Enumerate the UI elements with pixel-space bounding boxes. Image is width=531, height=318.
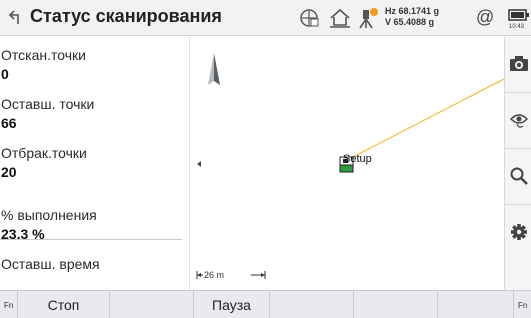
scanned-points-value: 0 xyxy=(1,66,9,82)
function-key-bar: Fn Стоп Пауза Fn xyxy=(0,290,531,318)
collapse-panel-icon[interactable] xyxy=(197,161,201,167)
stop-button[interactable]: Стоп xyxy=(17,291,110,318)
rejected-points-value: 20 xyxy=(1,164,17,180)
scan-status-panel: Отскан.точки 0 Оставш. точки 66 Отбрак.т… xyxy=(0,37,190,290)
pause-button[interactable]: Пауза xyxy=(194,291,270,318)
settings-button[interactable] xyxy=(505,205,531,261)
fn-right-key[interactable]: Fn xyxy=(518,301,527,310)
page-title: Статус сканирования xyxy=(30,6,222,26)
f6-button[interactable] xyxy=(438,291,514,318)
at-icon[interactable]: @ xyxy=(476,7,494,28)
list-item: % выполнения 23.3 % xyxy=(0,207,182,242)
camera-icon xyxy=(510,56,528,71)
clock: 10:43 xyxy=(509,24,525,30)
scan-direction-line xyxy=(346,78,504,161)
f2-button[interactable] xyxy=(110,291,194,318)
hz-angle: Hz 68.1741 g xyxy=(385,6,440,16)
list-item: Отскан.точки 0 xyxy=(0,47,182,82)
station-label: Setup xyxy=(343,153,372,165)
angle-readout: Hz 68.1741 g V 65.4088 g xyxy=(385,6,439,28)
gear-icon xyxy=(511,224,527,240)
f4-button[interactable] xyxy=(270,291,354,318)
back-icon[interactable] xyxy=(8,8,24,26)
eye-icon xyxy=(509,114,529,128)
completion-value: 23.3 % xyxy=(1,226,45,242)
v-angle: V 65.4088 g xyxy=(385,17,435,27)
remaining-points-value: 66 xyxy=(1,115,17,131)
f5-button[interactable] xyxy=(354,291,438,318)
search-icon xyxy=(510,167,528,185)
fn-left-key[interactable]: Fn xyxy=(4,301,13,310)
view-button[interactable] xyxy=(505,93,531,149)
home-icon[interactable] xyxy=(327,6,353,30)
camera-button[interactable] xyxy=(505,37,531,93)
zoom-button[interactable] xyxy=(505,149,531,205)
completion-label: % выполнения xyxy=(1,207,97,223)
map-view[interactable]: Setup 26 m xyxy=(191,37,504,290)
instrument-status-icon[interactable] xyxy=(355,6,381,30)
title-bar: Статус сканирования Hz 68.1741 g V 65.40… xyxy=(0,0,531,36)
remaining-points-label: Оставш. точки xyxy=(1,96,95,112)
list-item: Отбрак.точки 20 xyxy=(0,145,182,180)
scale-label: 26 m xyxy=(204,270,225,280)
north-arrow-icon xyxy=(208,53,220,85)
list-item: Оставш. точки 66 xyxy=(0,96,182,131)
remaining-time-label: Оставш. время xyxy=(1,256,100,272)
target-icon[interactable] xyxy=(296,6,322,30)
right-toolbar xyxy=(504,37,531,290)
rejected-points-label: Отбрак.точки xyxy=(1,145,87,161)
scanned-points-label: Отскан.точки xyxy=(1,47,86,63)
list-item: Оставш. время xyxy=(0,256,182,275)
